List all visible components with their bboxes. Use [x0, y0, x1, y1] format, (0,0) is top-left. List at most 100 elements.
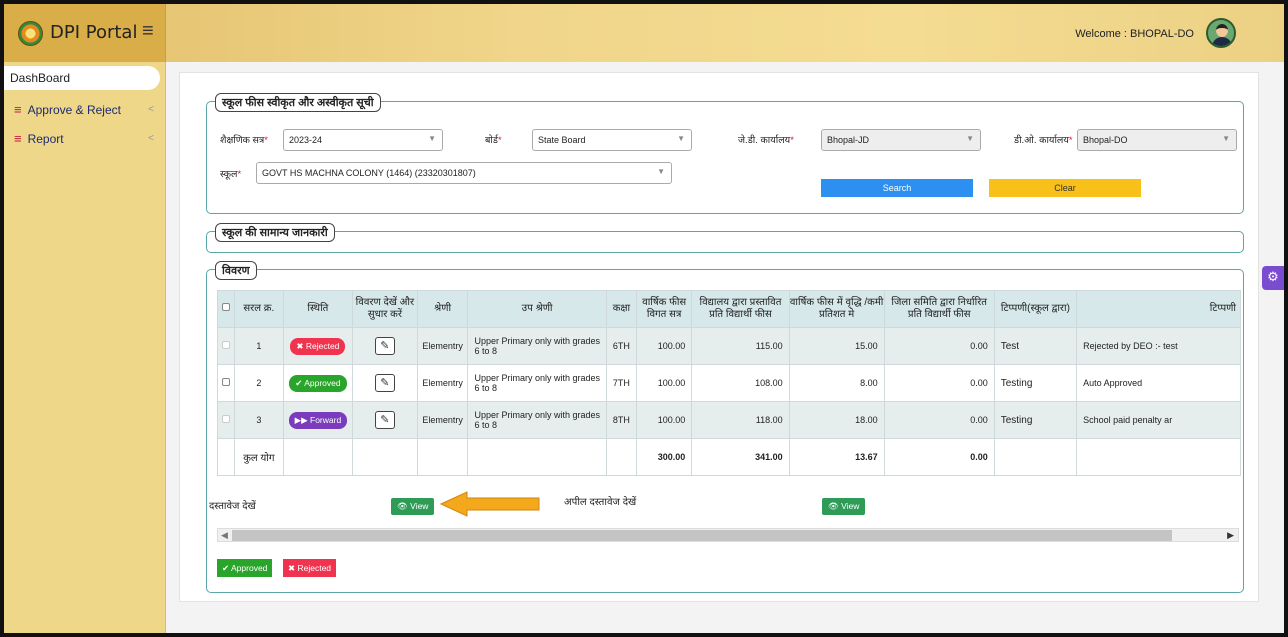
settings-gear-icon[interactable]: ⚙	[1262, 266, 1284, 290]
table-row: 2 ✔ Approved ✎ Elementry Upper Primary o…	[217, 364, 1241, 402]
caret-down-icon: ▼	[677, 134, 685, 143]
edit-icon[interactable]: ✎	[374, 411, 395, 429]
header-prev-fee: वार्षिक फीस विगत सत्र	[636, 290, 693, 328]
mp-emblem-logo	[18, 21, 43, 46]
cell-remark: School paid penalty ar	[1076, 401, 1241, 439]
sidebar-item-approve-reject[interactable]: ≡ Approve & Reject <	[14, 102, 154, 117]
select-all-checkbox[interactable]	[221, 303, 230, 311]
brand-area: DPI Portal ≡	[4, 4, 166, 62]
cell-proposed-fee: 108.00	[691, 364, 790, 402]
header-status: स्थिति	[282, 290, 354, 328]
jd-office-label: जे.डी. कार्यालय*	[738, 135, 794, 146]
school-select[interactable]: GOVT HS MACHNA COLONY (1464) (2332030180…	[256, 162, 672, 184]
table-total-row: कुल योग 300.00 341.00 13.67 0.00	[217, 438, 1241, 476]
header-school-remark: टिप्पणी(स्कूल द्वारा)	[993, 290, 1078, 328]
chevron-left-icon: <	[148, 133, 154, 144]
total-committee-fee: 0.00	[883, 438, 995, 476]
header-remark: टिप्पणी	[1076, 290, 1241, 328]
session-select[interactable]: 2023-24 ▼	[283, 129, 443, 151]
sidebar-item-report[interactable]: ≡ Report <	[14, 131, 154, 146]
cell-category: Elementry	[416, 327, 469, 365]
cell-prev-fee: 100.00	[636, 364, 693, 402]
school-label: स्कूल*	[220, 169, 242, 180]
total-proposed-fee: 341.00	[691, 438, 790, 476]
edit-icon[interactable]: ✎	[374, 337, 395, 355]
cell-sno: 1	[233, 327, 284, 365]
row-checkbox[interactable]	[221, 378, 230, 386]
cell-committee-fee: 0.00	[883, 364, 995, 402]
cell-class: 8TH	[605, 401, 638, 439]
menu-toggle-icon[interactable]: ≡	[142, 20, 154, 43]
document-view-button[interactable]: 👁 View	[391, 498, 435, 515]
fee-table-wrapper[interactable]: सरल क्र. स्थिति विवरण देखें और सुधार करे…	[217, 290, 1241, 480]
cell-committee-fee: 0.00	[883, 401, 995, 439]
cell-change-pct: 18.00	[788, 401, 885, 439]
details-section: विवरण सरल क्र. स्थिति विवरण देखें और सुध…	[206, 261, 1244, 593]
filter-section: स्कूल फीस स्वीकृत और अस्वीकृत सूची शैक्ष…	[206, 93, 1244, 214]
sidebar-item-dashboard[interactable]: DashBoard	[4, 66, 160, 90]
row-checkbox[interactable]	[221, 415, 230, 423]
cell-proposed-fee: 118.00	[691, 401, 790, 439]
sidebar-item-label: Report	[27, 131, 64, 146]
top-bar: DPI Portal ≡ Welcome : BHOPAL-DO	[4, 4, 1284, 62]
details-legend: विवरण	[215, 261, 257, 280]
cell-change-pct: 8.00	[788, 364, 885, 402]
cell-remark: Rejected by DEO :- test	[1076, 327, 1241, 365]
header-class: कक्षा	[605, 290, 638, 328]
header-proposed-fee: विद्यालय द्वारा प्रस्तावित प्रति विद्यार…	[691, 290, 790, 328]
user-avatar[interactable]	[1206, 18, 1236, 48]
header-sno: सरल क्र.	[233, 290, 284, 328]
cell-sno: 2	[233, 364, 284, 402]
status-badge-rejected: ✖ Rejected	[290, 337, 346, 355]
pointer-arrow-annotation	[439, 491, 540, 517]
general-info-legend: स्कूल की सामान्य जानकारी	[215, 223, 335, 242]
search-button[interactable]: Search	[821, 179, 973, 197]
clear-button[interactable]: Clear	[989, 179, 1141, 197]
total-label: कुल योग	[233, 438, 284, 476]
do-office-select[interactable]: Bhopal-DO ▼	[1077, 129, 1237, 151]
row-checkbox[interactable]	[221, 341, 230, 349]
cell-class: 6TH	[605, 327, 638, 365]
eye-icon: 👁	[828, 501, 839, 511]
fee-table: सरल क्र. स्थिति विवरण देखें और सुधार करे…	[217, 290, 1241, 476]
select-all-header[interactable]	[217, 290, 235, 328]
appeal-document-view-button[interactable]: 👁 View	[822, 498, 866, 515]
welcome-text: Welcome : BHOPAL-DO	[1075, 28, 1194, 40]
scroll-left-icon[interactable]: ◀	[221, 530, 228, 541]
eye-icon: 👁	[397, 501, 408, 511]
status-badge-approved: ✔ Approved	[289, 374, 347, 392]
scroll-right-icon[interactable]: ▶	[1227, 530, 1234, 541]
caret-down-icon: ▼	[657, 167, 665, 176]
status-badge-forward: ▶▶ Forward	[288, 411, 348, 429]
cell-committee-fee: 0.00	[883, 327, 995, 365]
jd-office-select[interactable]: Bhopal-JD ▼	[821, 129, 981, 151]
cell-prev-fee: 100.00	[636, 327, 693, 365]
approve-button[interactable]: ✔ Approved	[217, 559, 273, 577]
horizontal-scrollbar[interactable]: ◀ ▶	[217, 528, 1239, 542]
reject-button[interactable]: ✖ Rejected	[283, 559, 337, 577]
table-header-row: सरल क्र. स्थिति विवरण देखें और सुधार करे…	[217, 290, 1241, 328]
app-window: DPI Portal ≡ Welcome : BHOPAL-DO DashBoa…	[4, 4, 1284, 633]
cell-sno: 3	[233, 401, 284, 439]
caret-down-icon: ▼	[966, 134, 974, 143]
header-change-pct: वार्षिक फीस में वृद्धि /कमी प्रतिशत मे	[788, 290, 885, 328]
sidebar: DashBoard ≡ Approve & Reject < ≡ Report …	[4, 62, 166, 633]
list-icon: ≡	[14, 102, 22, 117]
appeal-document-label: अपील दस्तावेज देखें	[564, 497, 637, 508]
filter-legend: स्कूल फीस स्वीकृत और अस्वीकृत सूची	[215, 93, 381, 112]
board-select[interactable]: State Board ▼	[532, 129, 692, 151]
caret-down-icon: ▼	[1222, 134, 1230, 143]
header-subcategory: उप श्रेणी	[467, 290, 607, 328]
list-icon: ≡	[14, 131, 22, 146]
board-label: बोर्ड*	[485, 135, 502, 146]
cell-category: Elementry	[416, 401, 469, 439]
cell-subcategory: Upper Primary only with grades 6 to 8	[467, 364, 607, 402]
cell-subcategory: Upper Primary only with grades 6 to 8	[467, 327, 607, 365]
sidebar-item-label: Approve & Reject	[27, 102, 121, 117]
table-row: 1 ✖ Rejected ✎ Elementry Upper Primary o…	[217, 327, 1241, 365]
cell-subcategory: Upper Primary only with grades 6 to 8	[467, 401, 607, 439]
edit-icon[interactable]: ✎	[374, 374, 395, 392]
cell-prev-fee: 100.00	[636, 401, 693, 439]
cell-remark: Auto Approved	[1076, 364, 1241, 402]
scrollbar-thumb[interactable]	[232, 530, 1172, 541]
